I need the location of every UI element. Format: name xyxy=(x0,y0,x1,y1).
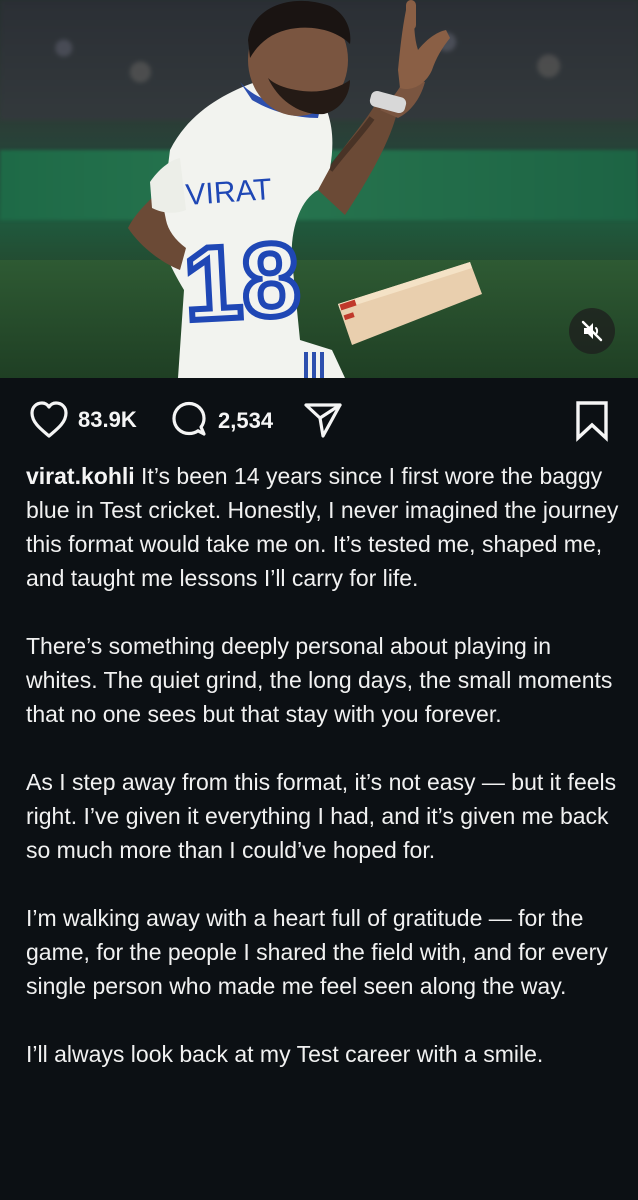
jersey-name: VIRAT xyxy=(184,173,272,212)
cricket-bat xyxy=(338,262,482,345)
like-button[interactable]: 83.9K xyxy=(28,400,137,440)
jersey-number: 18 xyxy=(181,221,303,343)
player-image: VIRAT 18 xyxy=(128,0,482,378)
caption-username[interactable]: virat.kohli xyxy=(26,463,135,489)
caption-paragraph: As I step away from this format, it’s no… xyxy=(26,769,617,863)
bookmark-icon xyxy=(576,401,608,442)
share-icon xyxy=(304,403,342,438)
save-button[interactable] xyxy=(574,400,610,442)
comment-icon xyxy=(172,401,206,436)
mute-button[interactable] xyxy=(569,308,615,354)
caption-paragraph: virat.kohli It’s been 14 years since I f… xyxy=(26,459,622,595)
share-button[interactable] xyxy=(302,400,344,440)
heart-icon xyxy=(30,401,68,438)
caption-paragraph: I’ll always look back at my Test career … xyxy=(26,1041,544,1067)
post-view: VIRAT 18 83.9K 2,534 virat.kohli It’s be… xyxy=(0,0,638,1200)
post-caption: virat.kohli It’s been 14 years since I f… xyxy=(26,459,622,1105)
comment-button[interactable]: 2,534 xyxy=(168,400,273,442)
caption-paragraph: There’s something deeply personal about … xyxy=(26,633,613,727)
caption-paragraph: I’m walking away with a heart full of gr… xyxy=(26,905,608,999)
post-video[interactable]: VIRAT 18 xyxy=(0,0,638,378)
comment-count: 2,534 xyxy=(218,408,274,433)
like-count: 83.9K xyxy=(78,407,137,432)
post-action-bar: 83.9K 2,534 xyxy=(0,378,638,460)
speaker-muted-icon xyxy=(581,320,603,342)
